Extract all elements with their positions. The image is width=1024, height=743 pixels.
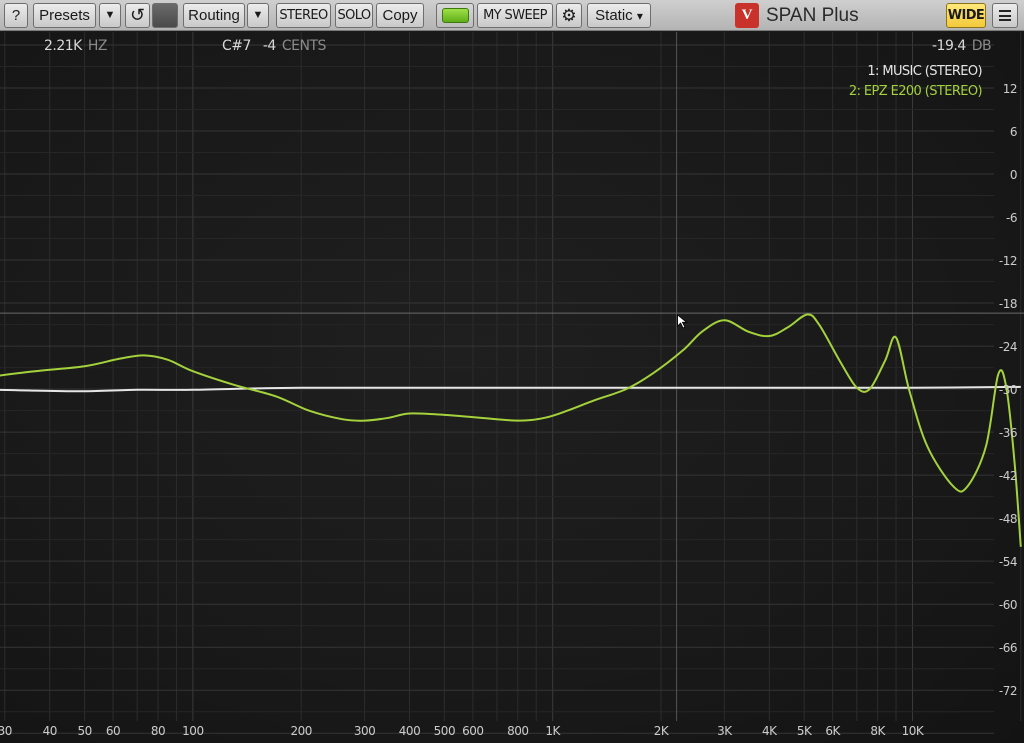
x-tick-label: 40 xyxy=(43,724,57,738)
y-tick-label: -72 xyxy=(999,684,1017,698)
y-tick-label: 0 xyxy=(1010,168,1017,182)
y-tick-label: 12 xyxy=(1003,82,1017,96)
y-tick-label: -42 xyxy=(999,469,1017,483)
legend-item-epz-e200[interactable]: 2: EPZ E200 (STEREO) xyxy=(849,82,983,102)
y-tick-label: -18 xyxy=(999,297,1017,311)
x-tick-label: 30 xyxy=(0,724,12,738)
logo-text: V xyxy=(741,7,753,23)
help-button-label: ? xyxy=(11,7,21,24)
x-tick-label: 100 xyxy=(182,724,203,738)
y-tick-label: -60 xyxy=(999,598,1017,612)
toolbar: ? Presets ▼ ↺ Routing ▼ STEREO SOLO Copy… xyxy=(0,0,1024,31)
dropdown-arrow-icon: ▼ xyxy=(252,9,264,21)
solo-button[interactable]: SOLO xyxy=(335,3,373,28)
presets-button[interactable]: Presets xyxy=(33,3,96,28)
y-tick-label: -54 xyxy=(999,555,1017,569)
stereo-button[interactable]: STEREO xyxy=(276,3,331,28)
legend-item-music[interactable]: 1: MUSIC (STEREO) xyxy=(849,62,982,82)
y-tick-label: -36 xyxy=(999,426,1017,440)
routing-dropdown-button[interactable]: ▼ xyxy=(247,3,269,28)
settings-button[interactable]: ⚙ xyxy=(556,3,582,28)
group-name-button[interactable]: MY SWEEP xyxy=(477,3,553,28)
group-name-label: MY SWEEP xyxy=(483,8,547,23)
frequency-value: 2.21K xyxy=(44,38,82,54)
enabled-led-indicator xyxy=(442,8,469,23)
y-tick-label: -48 xyxy=(999,512,1017,526)
note-readout: C#7 -4 CENTS xyxy=(222,38,326,54)
chevron-down-icon: ▾ xyxy=(636,9,643,23)
mouse-pointer-icon xyxy=(677,314,688,329)
level-unit: DB xyxy=(971,38,992,54)
wide-button[interactable]: WIDE xyxy=(946,3,986,28)
y-tick-label: 6 xyxy=(1010,125,1017,139)
help-button[interactable]: ? xyxy=(4,3,28,28)
x-tick-label: 10K xyxy=(902,724,925,738)
x-tick-label: 4K xyxy=(762,724,778,738)
cents-unit: CENTS xyxy=(281,38,327,54)
wide-label: WIDE xyxy=(947,8,985,23)
routing-button[interactable]: Routing xyxy=(183,3,245,28)
x-tick-label: 5K xyxy=(797,724,813,738)
mode-label: Static xyxy=(595,7,633,24)
note-value: C#7 xyxy=(222,38,251,54)
reset-icon: ↺ xyxy=(129,5,146,25)
x-tick-label: 800 xyxy=(507,724,528,738)
stereo-label: STEREO xyxy=(279,8,328,23)
x-tick-label: 1K xyxy=(545,724,561,738)
x-tick-label: 60 xyxy=(106,724,120,738)
gear-icon: ⚙ xyxy=(561,6,577,25)
x-tick-label: 2K xyxy=(654,724,670,738)
cents-value: -4 xyxy=(262,38,276,54)
x-tick-label: 50 xyxy=(77,724,91,738)
main-menu-button[interactable] xyxy=(992,3,1018,28)
dropdown-arrow-icon: ▼ xyxy=(104,9,116,21)
frequency-unit: HZ xyxy=(87,38,108,54)
series-line-epz-e200 xyxy=(0,313,1022,547)
presets-label: Presets xyxy=(39,7,90,24)
hamburger-menu-icon xyxy=(999,10,1011,21)
x-tick-label: 300 xyxy=(354,724,375,738)
solo-label: SOLO xyxy=(337,8,371,23)
y-tick-label: -30 xyxy=(999,383,1017,397)
copy-label: Copy xyxy=(382,7,418,24)
x-tick-label: 500 xyxy=(434,724,455,738)
y-tick-label: -24 xyxy=(999,340,1017,354)
legend: 1: MUSIC (STEREO) 2: EPZ E200 (STEREO) xyxy=(849,62,983,102)
x-tick-label: 8K xyxy=(870,724,886,738)
x-tick-label: 80 xyxy=(151,724,165,738)
spectrum-chart[interactable]: 1260-6-12-18-24-30-36-42-48-54-60-66-723… xyxy=(0,32,1024,743)
y-tick-label: -6 xyxy=(1006,211,1017,225)
group-enable-toggle[interactable] xyxy=(436,3,474,28)
x-tick-label: 400 xyxy=(399,724,420,738)
routing-label: Routing xyxy=(188,7,240,24)
mode-dropdown[interactable]: Static ▾ xyxy=(587,3,651,28)
presets-dropdown-button[interactable]: ▼ xyxy=(99,3,121,28)
frequency-readout: 2.21K HZ xyxy=(44,38,107,54)
spectrum-plot[interactable]: 12 6 0 -6 -12 -18 -24 -30 -36 -42 -48 -54 -60 -66 -72 3… xyxy=(0,32,1024,743)
copy-button[interactable]: Copy xyxy=(376,3,424,28)
color-swatch-button[interactable] xyxy=(152,3,178,28)
level-readout: -19.4 DB xyxy=(932,38,992,54)
x-tick-label: 200 xyxy=(290,724,311,738)
voxengo-logo: V xyxy=(735,3,759,28)
level-value: -19.4 xyxy=(932,38,966,54)
x-tick-label: 6K xyxy=(825,724,841,738)
reset-button[interactable]: ↺ xyxy=(125,3,150,28)
y-tick-label: -12 xyxy=(999,254,1017,268)
product-title: SPAN Plus xyxy=(766,5,859,26)
x-tick-label: 600 xyxy=(462,724,483,738)
y-tick-label: -66 xyxy=(999,641,1017,655)
x-tick-label: 3K xyxy=(717,724,733,738)
